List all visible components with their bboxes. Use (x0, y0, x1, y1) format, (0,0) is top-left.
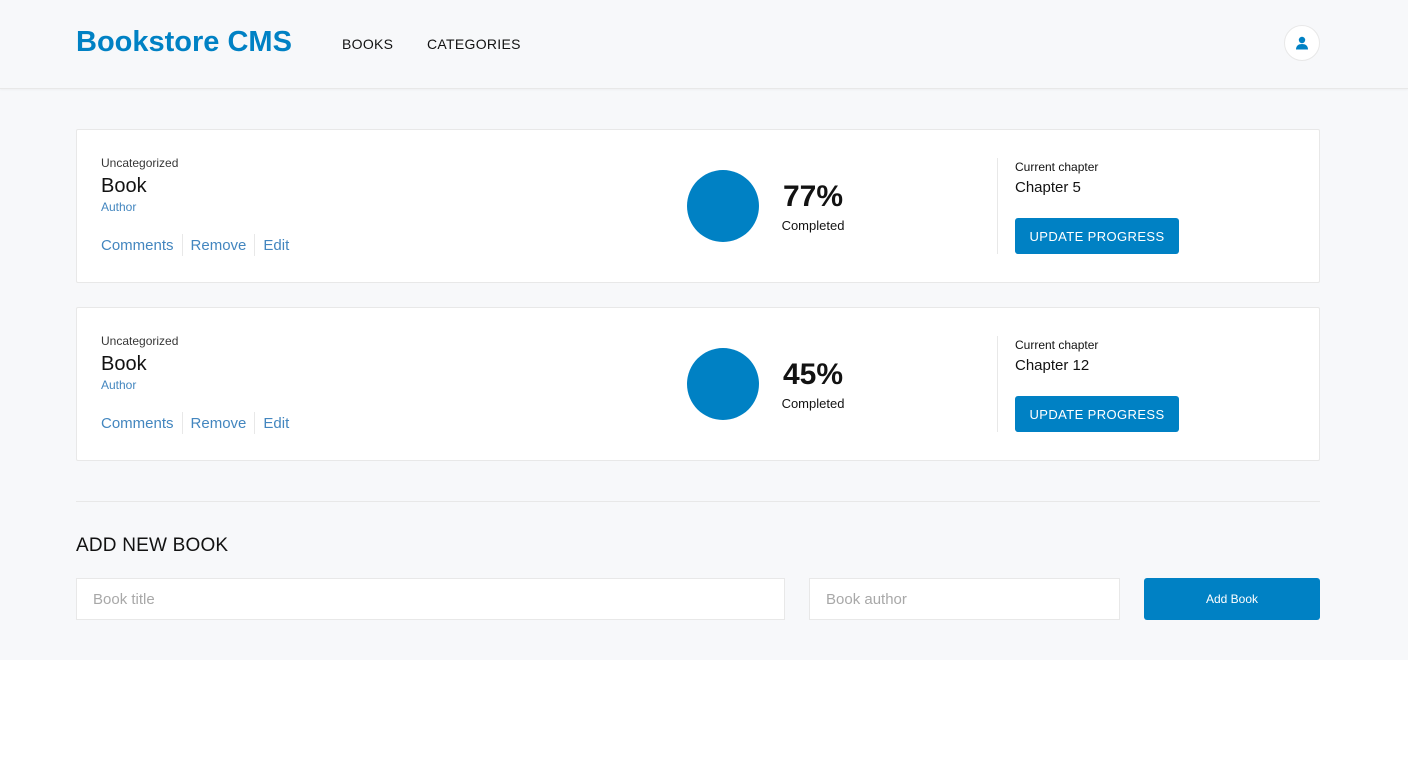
current-chapter-label: Current chapter (1015, 160, 1099, 174)
current-chapter-value: Chapter 12 (1015, 357, 1090, 374)
current-chapter-value: Chapter 5 (1015, 179, 1081, 196)
book-author-input[interactable] (809, 578, 1120, 620)
section-divider (76, 501, 1320, 502)
comments-button[interactable]: Comments (101, 413, 174, 434)
book-title: Book (101, 353, 147, 375)
nav-books-link[interactable]: BOOKS (342, 36, 393, 52)
user-icon (1296, 36, 1308, 50)
vertical-divider (997, 336, 998, 432)
nav-categories-link[interactable]: CATEGORIES (427, 36, 521, 52)
progress-completed-label: Completed (781, 396, 845, 411)
add-book-form-title: ADD NEW BOOK (76, 535, 229, 556)
user-profile-button[interactable] (1284, 25, 1320, 61)
remove-button[interactable]: Remove (191, 413, 247, 434)
book-card: Uncategorized Book Author Comments Remov… (76, 129, 1320, 283)
remove-button[interactable]: Remove (191, 235, 247, 256)
edit-button[interactable]: Edit (263, 235, 289, 256)
action-divider (181, 412, 183, 434)
action-divider (254, 234, 256, 256)
current-chapter-label: Current chapter (1015, 338, 1099, 352)
progress-percent: 77% (782, 180, 844, 213)
progress-circle (687, 170, 759, 242)
book-card: Uncategorized Book Author Comments Remov… (76, 307, 1320, 461)
action-divider (254, 412, 256, 434)
book-category: Uncategorized (101, 156, 179, 170)
brand-logo[interactable]: Bookstore CMS (76, 26, 292, 59)
book-title-input[interactable] (76, 578, 785, 620)
progress-completed-label: Completed (781, 218, 845, 233)
update-progress-button[interactable]: UPDATE PROGRESS (1015, 396, 1179, 432)
add-book-button[interactable]: Add Book (1144, 578, 1320, 620)
book-actions: Comments Remove Edit (101, 234, 289, 256)
book-actions: Comments Remove Edit (101, 412, 289, 434)
vertical-divider (997, 158, 998, 254)
update-progress-button[interactable]: UPDATE PROGRESS (1015, 218, 1179, 254)
book-author[interactable]: Author (101, 378, 136, 392)
book-category: Uncategorized (101, 334, 179, 348)
action-divider (181, 234, 183, 256)
book-author[interactable]: Author (101, 200, 136, 214)
book-title: Book (101, 175, 147, 197)
edit-button[interactable]: Edit (263, 413, 289, 434)
progress-percent: 45% (782, 358, 844, 391)
navbar: Bookstore CMS BOOKS CATEGORIES (0, 0, 1408, 89)
progress-circle (687, 348, 759, 420)
comments-button[interactable]: Comments (101, 235, 174, 256)
app-root: Bookstore CMS BOOKS CATEGORIES Uncategor… (0, 0, 1408, 660)
